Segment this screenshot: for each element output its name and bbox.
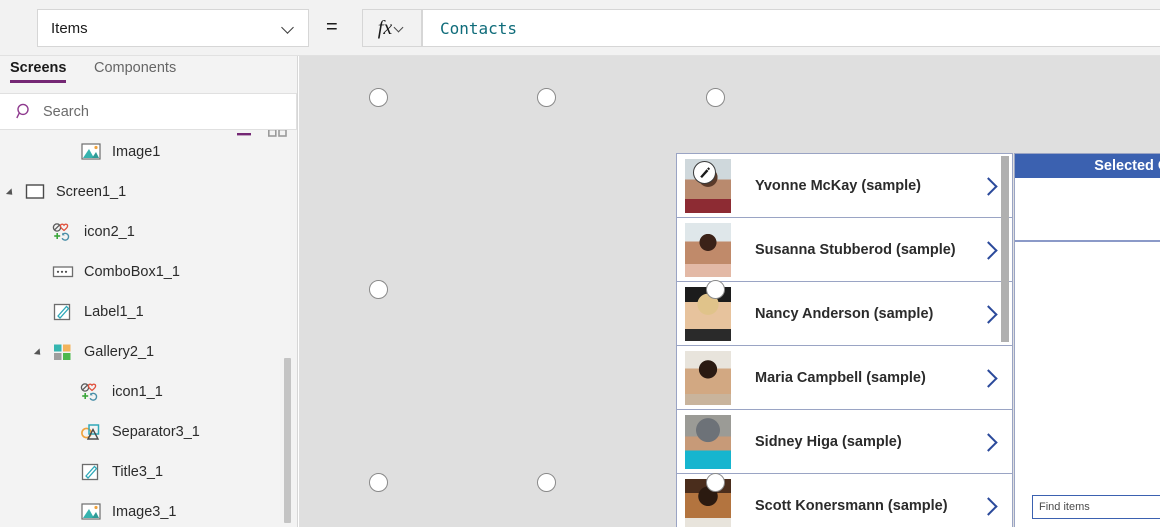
find-items-row: Find items [1015, 491, 1160, 527]
tree-item-combobox1_1[interactable]: ComboBox1_1 [0, 252, 297, 292]
contact-photo [685, 222, 731, 277]
chevron-down-icon [282, 22, 295, 35]
chevron-right-icon[interactable] [980, 498, 996, 514]
gallery-item[interactable]: Susanna Stubberod (sample) [677, 218, 1012, 282]
contact-name: Yvonne McKay (sample) [755, 177, 921, 194]
contact-photo [685, 158, 731, 213]
panel-header: Selected Contact Products [1015, 154, 1160, 178]
resize-handle-bottom-right[interactable] [706, 473, 725, 492]
tree-item-label: Image1 [112, 144, 161, 160]
label-icon [78, 461, 104, 483]
tree-item-label: Image3_1 [112, 504, 177, 520]
tree-item-label1_1[interactable]: Label1_1 [0, 292, 297, 332]
panel-title: Selected Contact Products [1094, 158, 1160, 174]
contact-photo [685, 414, 731, 469]
power-apps-editor: Items = fx Contacts Screens Components S… [0, 0, 1160, 527]
app-canvas: Yvonne McKay (sample) Susanna Stubberod (… [299, 56, 1160, 527]
selected-contact-products-panel: Selected Contact Products Find items [1014, 153, 1160, 527]
gallery-item[interactable]: Nancy Anderson (sample) [677, 282, 1012, 346]
chevron-down-icon [395, 23, 406, 34]
tree-item-screen1_1[interactable]: Screen1_1 [0, 172, 297, 212]
resize-handle-top-right[interactable] [706, 88, 725, 107]
tree-item-label: Separator3_1 [112, 424, 200, 440]
resize-handle-middle-left[interactable] [369, 280, 388, 299]
search-icon [16, 103, 33, 120]
chevron-right-icon[interactable] [980, 242, 996, 258]
tree-item-label: icon1_1 [112, 384, 163, 400]
tree-item-label: Title3_1 [112, 464, 164, 480]
fx-icon: fx [377, 16, 393, 39]
gallery-item[interactable]: Sidney Higa (sample) [677, 410, 1012, 474]
property-dropdown-label: Items [51, 19, 88, 37]
sidebar-scrollbar[interactable] [284, 358, 291, 523]
tree-item-label: Screen1_1 [56, 184, 127, 200]
chevron-right-icon[interactable] [980, 178, 996, 194]
gallery-items-list: Yvonne McKay (sample) Susanna Stubberod (… [677, 154, 1012, 527]
tree-item-label: Label1_1 [84, 304, 144, 320]
search-placeholder: Search [43, 103, 89, 120]
shapes-icon [78, 421, 104, 443]
icon-control-icon [78, 381, 104, 403]
contact-name: Sidney Higa (sample) [755, 433, 902, 450]
gallery-item[interactable]: Maria Campbell (sample) [677, 346, 1012, 410]
tab-screens[interactable]: Screens [10, 60, 67, 83]
contact-name: Maria Campbell (sample) [755, 369, 926, 386]
resize-handle-bottom-center[interactable] [537, 473, 556, 492]
label-icon [50, 301, 76, 323]
resize-handle-middle-right[interactable] [706, 280, 725, 299]
equals-sign: = [326, 16, 338, 38]
gallery-item[interactable]: Yvonne McKay (sample) [677, 154, 1012, 218]
sidebar-tabs: Screens Components [0, 56, 297, 92]
fx-button[interactable]: fx [362, 9, 422, 47]
chevron-right-icon[interactable] [980, 434, 996, 450]
resize-handle-top-center[interactable] [537, 88, 556, 107]
gallery-icon [50, 341, 76, 363]
tree-item-label: ComboBox1_1 [84, 264, 180, 280]
tree-item-icon1_1[interactable]: icon1_1 [0, 372, 297, 412]
screens-tree: Image1 Screen1_1 icon2_1 ComboBox1_1 Label1_… [0, 132, 297, 527]
tree-item-icon2_1[interactable]: icon2_1 [0, 212, 297, 252]
formula-input[interactable]: Contacts [422, 9, 1160, 47]
property-dropdown[interactable]: Items [37, 9, 309, 47]
resize-handle-top-left[interactable] [369, 88, 388, 107]
image-icon [78, 141, 104, 163]
image-icon [78, 501, 104, 523]
tree-item-gallery2_1[interactable]: Gallery2_1 [0, 332, 297, 372]
screen-icon [22, 181, 48, 203]
tree-item-image1[interactable]: Image1 [0, 132, 297, 172]
tree-item-title3_1[interactable]: Title3_1 [0, 452, 297, 492]
gallery-scrollbar[interactable] [1001, 156, 1009, 342]
find-items-placeholder: Find items [1039, 501, 1090, 513]
gallery-item[interactable]: Scott Konersmann (sample) [677, 474, 1012, 527]
contact-name: Nancy Anderson (sample) [755, 305, 934, 322]
edit-pencil-icon[interactable] [693, 160, 716, 184]
left-sidebar: Screens Components Search Image1 Screen1… [0, 56, 298, 527]
combobox-icon [50, 261, 76, 283]
chevron-right-icon[interactable] [980, 370, 996, 386]
search-input[interactable]: Search [0, 93, 297, 130]
tree-item-separator3_1[interactable]: Separator3_1 [0, 412, 297, 452]
contact-name: Susanna Stubberod (sample) [755, 241, 956, 258]
find-items-combobox[interactable]: Find items [1032, 495, 1160, 519]
tree-item-image3_1[interactable]: Image3_1 [0, 492, 297, 527]
tree-item-label: Gallery2_1 [84, 344, 155, 360]
resize-handle-bottom-left[interactable] [369, 473, 388, 492]
expand-collapse-icon[interactable] [8, 188, 17, 197]
icon-control-icon [50, 221, 76, 243]
panel-body-top [1015, 178, 1160, 242]
tab-components[interactable]: Components [94, 60, 176, 83]
formula-text: Contacts [440, 18, 518, 38]
formula-bar: Items = fx Contacts [0, 0, 1160, 56]
gallery-control[interactable]: Yvonne McKay (sample) Susanna Stubberod (… [676, 153, 1013, 527]
contact-photo [685, 350, 731, 405]
chevron-right-icon[interactable] [980, 306, 996, 322]
tree-item-label: icon2_1 [84, 224, 135, 240]
contact-name: Scott Konersmann (sample) [755, 497, 948, 514]
expand-collapse-icon[interactable] [36, 348, 45, 357]
